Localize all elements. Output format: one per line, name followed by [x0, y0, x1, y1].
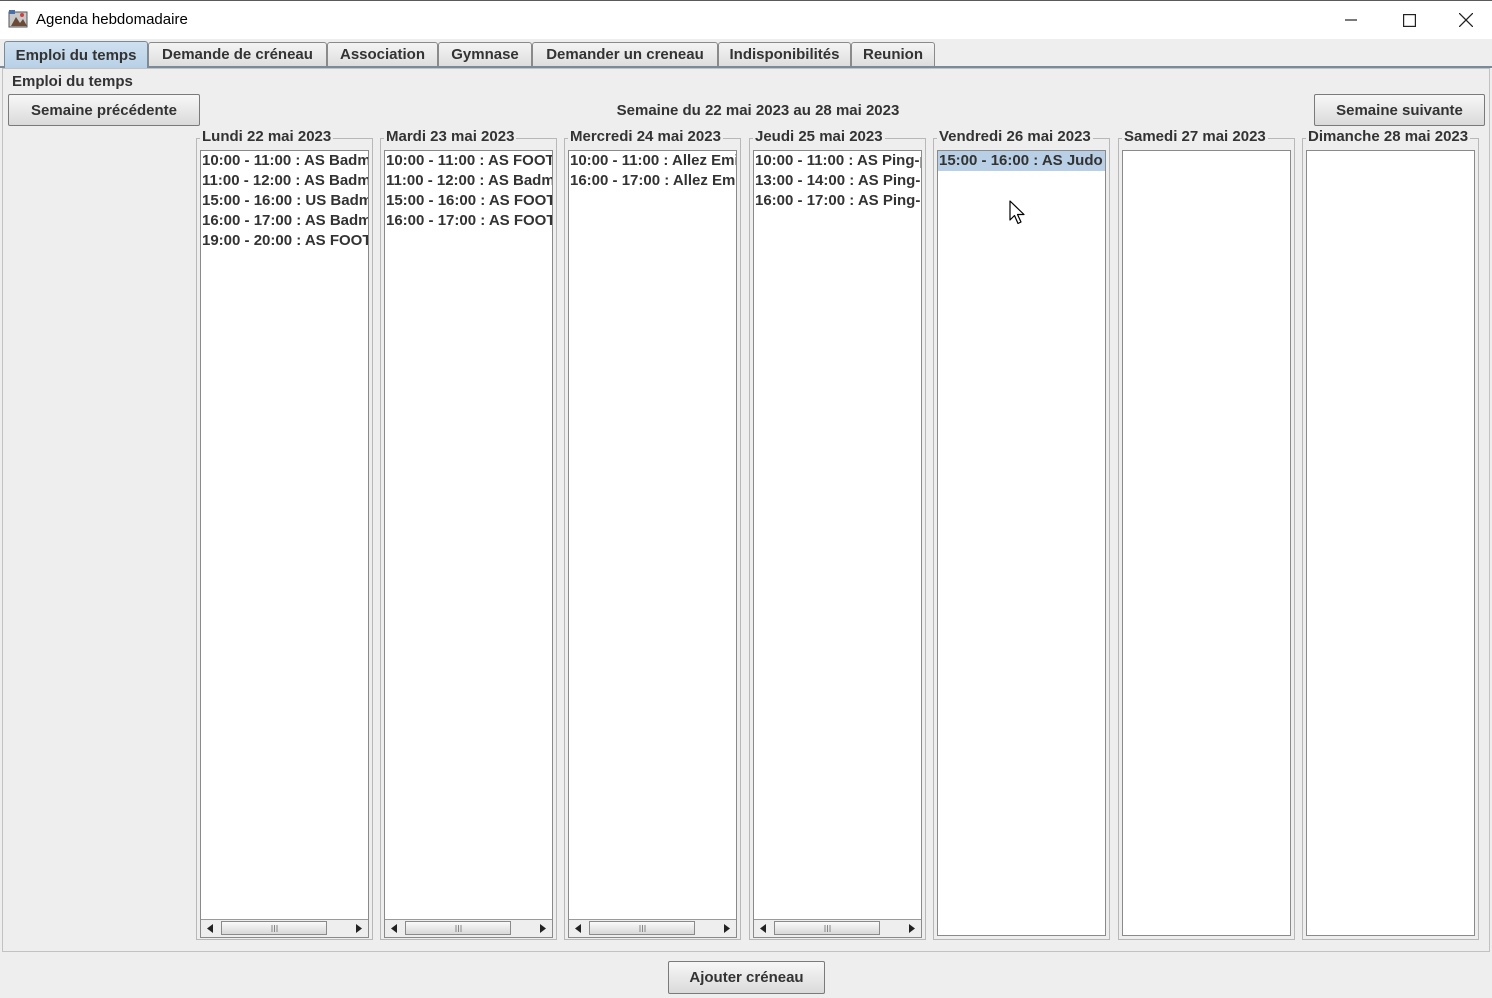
day-title: Lundi 22 mai 2023: [200, 128, 334, 145]
scroll-thumb[interactable]: [221, 921, 327, 935]
scroll-thumb[interactable]: [774, 921, 880, 935]
previous-week-button[interactable]: Semaine précédente: [8, 94, 200, 126]
day-title: Vendredi 26 mai 2023: [937, 128, 1093, 145]
tab-gymnase[interactable]: Gymnase: [438, 42, 532, 66]
grip-icon: [639, 924, 645, 932]
list-item[interactable]: 19:00 - 20:00 : AS FOOT: [201, 231, 368, 251]
day-list[interactable]: 10:00 - 11:00 : AS Badm 11:00 - 12:00 : …: [200, 150, 369, 938]
mouse-cursor-icon: [1009, 200, 1025, 225]
day-title: Samedi 27 mai 2023: [1122, 128, 1268, 145]
list-item[interactable]: 16:00 - 17:00 : AS FOOT: [385, 211, 552, 231]
scroll-right-icon[interactable]: [534, 920, 552, 937]
scroll-left-icon[interactable]: [201, 920, 219, 937]
day-column-wednesday: Mercredi 24 mai 2023 10:00 - 11:00 : All…: [564, 128, 741, 940]
panel-title: Emploi du temps: [12, 73, 133, 90]
day-column-monday: Lundi 22 mai 2023 10:00 - 11:00 : AS Bad…: [196, 128, 373, 940]
day-list[interactable]: [1306, 150, 1475, 936]
day-column-friday: Vendredi 26 mai 2023 15:00 - 16:00 : AS …: [933, 128, 1110, 940]
app-icon: [8, 9, 29, 29]
minimize-button[interactable]: [1322, 1, 1380, 39]
tab-association[interactable]: Association: [327, 42, 438, 66]
scroll-right-icon[interactable]: [718, 920, 736, 937]
list-item[interactable]: 10:00 - 11:00 : AS FOOT: [385, 151, 552, 171]
scroll-right-icon[interactable]: [903, 920, 921, 937]
day-list[interactable]: 10:00 - 11:00 : AS FOOT 11:00 - 12:00 : …: [384, 150, 553, 938]
scroll-thumb[interactable]: [589, 921, 695, 935]
list-item[interactable]: 15:00 - 16:00 : US Badm: [201, 191, 368, 211]
list-item[interactable]: 16:00 - 17:00 : Allez Emi: [569, 171, 736, 191]
tab-demander-un-creneau[interactable]: Demander un creneau: [532, 42, 718, 66]
scroll-right-icon[interactable]: [350, 920, 368, 937]
horizontal-scrollbar[interactable]: [201, 919, 368, 937]
day-list[interactable]: [1122, 150, 1291, 936]
tab-reunion[interactable]: Reunion: [851, 42, 935, 66]
horizontal-scrollbar[interactable]: [754, 919, 921, 937]
list-item[interactable]: 11:00 - 12:00 : AS Badm: [201, 171, 368, 191]
list-item[interactable]: 11:00 - 12:00 : AS Badm: [385, 171, 552, 191]
day-list[interactable]: 10:00 - 11:00 : Allez Emi 16:00 - 17:00 …: [568, 150, 737, 938]
day-column-sunday: Dimanche 28 mai 2023: [1302, 128, 1479, 940]
day-column-tuesday: Mardi 23 mai 2023 10:00 - 11:00 : AS FOO…: [380, 128, 557, 940]
scroll-left-icon[interactable]: [754, 920, 772, 937]
grip-icon: [824, 924, 830, 932]
list-item[interactable]: 16:00 - 17:00 : AS Badm: [201, 211, 368, 231]
title-bar: Agenda hebdomadaire: [0, 0, 1492, 39]
list-item-selected[interactable]: 15:00 - 16:00 : AS Judo: [938, 151, 1105, 171]
horizontal-scrollbar[interactable]: [385, 919, 552, 937]
minimize-icon: [1345, 19, 1357, 21]
day-column-thursday: Jeudi 25 mai 2023 10:00 - 11:00 : AS Pin…: [749, 128, 926, 940]
grip-icon: [271, 924, 277, 932]
scroll-left-icon[interactable]: [569, 920, 587, 937]
list-item[interactable]: 13:00 - 14:00 : AS Ping-p: [754, 171, 921, 191]
list-item[interactable]: 15:00 - 16:00 : AS FOOT: [385, 191, 552, 211]
close-icon: [1459, 13, 1473, 27]
scroll-left-icon[interactable]: [385, 920, 403, 937]
next-week-button[interactable]: Semaine suivante: [1314, 94, 1485, 126]
week-label: Semaine du 22 mai 2023 au 28 mai 2023: [616, 102, 900, 119]
horizontal-scrollbar[interactable]: [569, 919, 736, 937]
add-slot-button[interactable]: Ajouter créneau: [668, 961, 825, 994]
list-item[interactable]: 10:00 - 11:00 : AS Ping-p: [754, 151, 921, 171]
day-list[interactable]: 15:00 - 16:00 : AS Judo: [937, 150, 1106, 936]
maximize-button[interactable]: [1380, 1, 1438, 39]
day-title: Dimanche 28 mai 2023: [1306, 128, 1471, 145]
list-item[interactable]: 10:00 - 11:00 : AS Badm: [201, 151, 368, 171]
day-list[interactable]: 10:00 - 11:00 : AS Ping-p 13:00 - 14:00 …: [753, 150, 922, 938]
list-item[interactable]: 16:00 - 17:00 : AS Ping-p: [754, 191, 921, 211]
day-column-saturday: Samedi 27 mai 2023: [1118, 128, 1295, 940]
tab-demande-de-creneau[interactable]: Demande de créneau: [148, 42, 327, 66]
day-title: Jeudi 25 mai 2023: [753, 128, 885, 145]
grip-icon: [455, 924, 461, 932]
scroll-thumb[interactable]: [405, 921, 511, 935]
tab-indisponibilites[interactable]: Indisponibilités: [718, 42, 851, 66]
list-item[interactable]: 10:00 - 11:00 : Allez Emi: [569, 151, 736, 171]
day-title: Mardi 23 mai 2023: [384, 128, 517, 145]
tab-emploi-du-temps[interactable]: Emploi du temps: [4, 41, 148, 68]
maximize-icon: [1402, 13, 1416, 27]
close-button[interactable]: [1437, 1, 1492, 39]
window-title: Agenda hebdomadaire: [36, 11, 188, 28]
day-title: Mercredi 24 mai 2023: [568, 128, 723, 145]
